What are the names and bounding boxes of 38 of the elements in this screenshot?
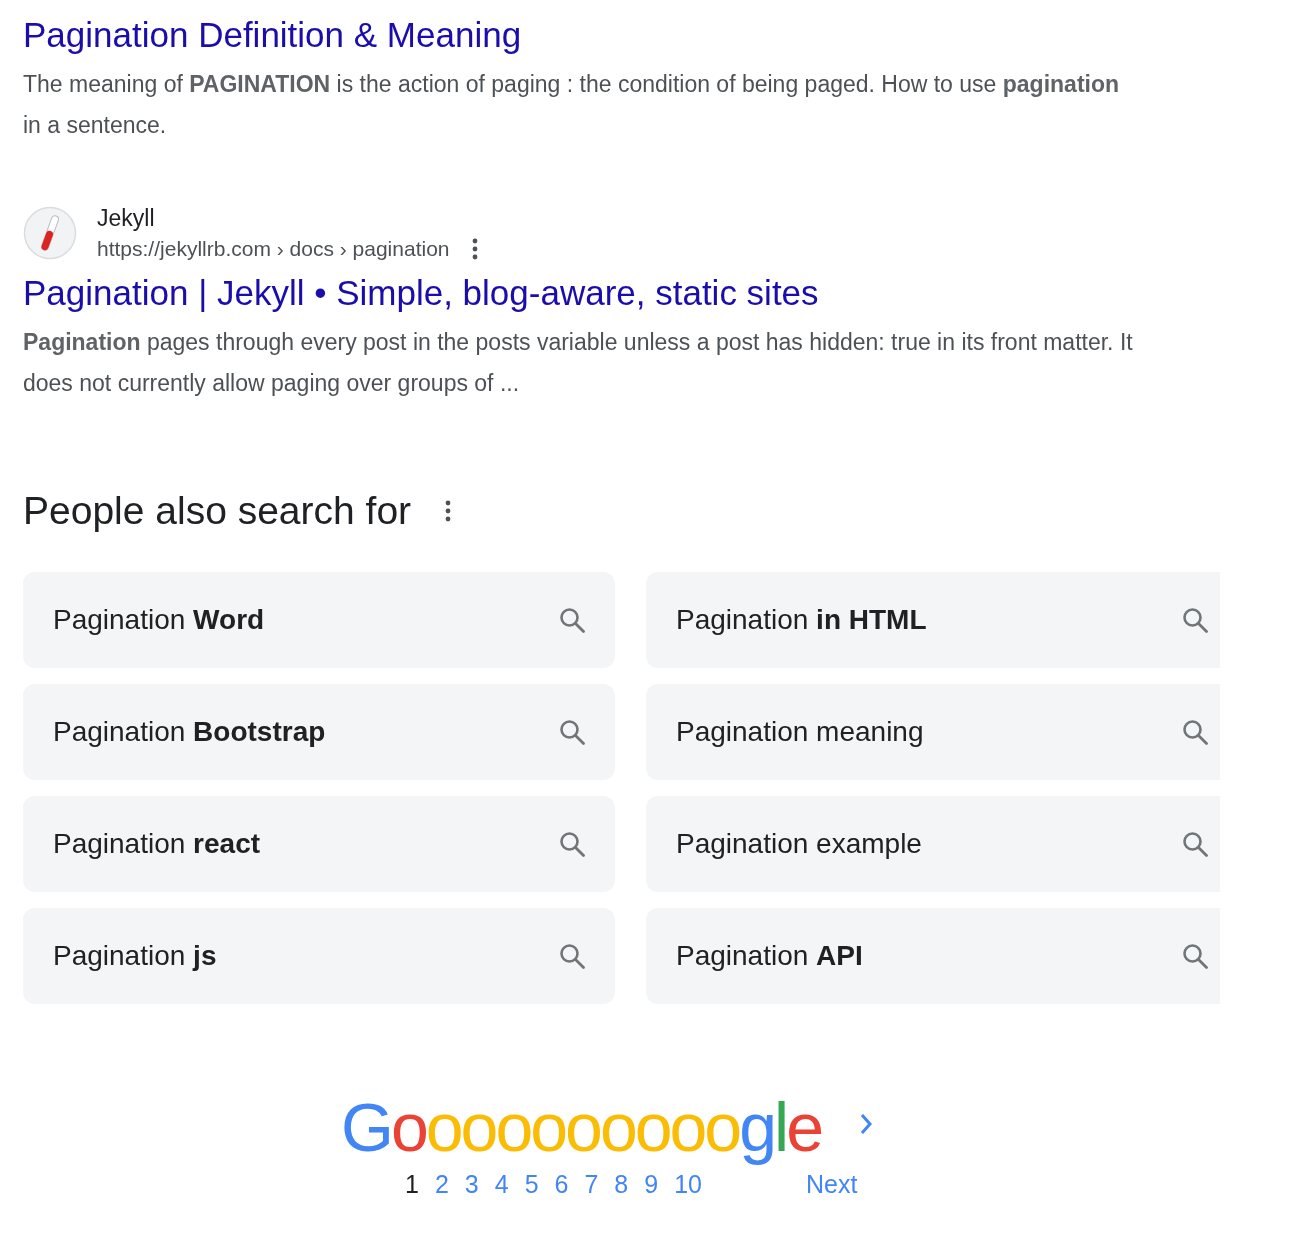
- related-search-chip[interactable]: Pagination meaning: [646, 684, 1220, 780]
- related-search-chip[interactable]: Pagination Word: [23, 572, 615, 668]
- related-search-chip[interactable]: Pagination react: [23, 796, 615, 892]
- result-title-link[interactable]: Pagination Definition & Meaning: [23, 12, 522, 58]
- result-snippet: Pagination pages through every post in the posts variable unless a post has hidden: true in its front matter. It does not currently allow paging over groups of ...: [23, 328, 1134, 398]
- related-search-chip[interactable]: Pagination API: [646, 908, 1220, 1004]
- test-tube-icon: [23, 206, 77, 260]
- related-search-chip[interactable]: Pagination in HTML: [646, 572, 1220, 668]
- search-icon: [559, 831, 585, 857]
- search-icon: [1182, 831, 1208, 857]
- section-heading: People also search for: [23, 489, 412, 533]
- page-number-link[interactable]: 5: [524, 1170, 539, 1199]
- page-number-link[interactable]: 9: [644, 1170, 659, 1199]
- page-number-link[interactable]: 7: [584, 1170, 599, 1199]
- result-snippet: The meaning of PAGINATION is the action of paging : the condition of being paged. How to use pagination in a sentence.: [23, 70, 1121, 140]
- search-icon: [1182, 607, 1208, 633]
- page-number-link[interactable]: 8: [614, 1170, 629, 1199]
- result-url[interactable]: https://jekyllrb.com › docs › pagination: [97, 234, 450, 264]
- search-icon: [1182, 943, 1208, 969]
- result-title-link[interactable]: Pagination | Jekyll • Simple, blog-aware, static sites: [23, 270, 819, 316]
- more-options-icon[interactable]: [445, 500, 452, 522]
- page-number-link[interactable]: 4: [494, 1170, 509, 1199]
- related-search-chip[interactable]: Pagination Bootstrap: [23, 684, 615, 780]
- search-icon: [559, 719, 585, 745]
- related-search-chip[interactable]: Pagination js: [23, 908, 615, 1004]
- page-number-link[interactable]: 2: [434, 1170, 449, 1199]
- chevron-right-icon[interactable]: [858, 1112, 873, 1136]
- search-icon: [559, 943, 585, 969]
- related-search-chip[interactable]: Pagination example: [646, 796, 1220, 892]
- next-page-link[interactable]: Next: [805, 1170, 858, 1199]
- search-icon: [559, 607, 585, 633]
- more-options-icon[interactable]: [471, 238, 478, 260]
- page-number-link[interactable]: 6: [554, 1170, 569, 1199]
- search-icon: [1182, 719, 1208, 745]
- page-number-link[interactable]: 10: [674, 1170, 702, 1199]
- page-number-link[interactable]: 1: [405, 1170, 419, 1199]
- site-name: Jekyll: [97, 204, 156, 233]
- page-number-link[interactable]: 3: [464, 1170, 479, 1199]
